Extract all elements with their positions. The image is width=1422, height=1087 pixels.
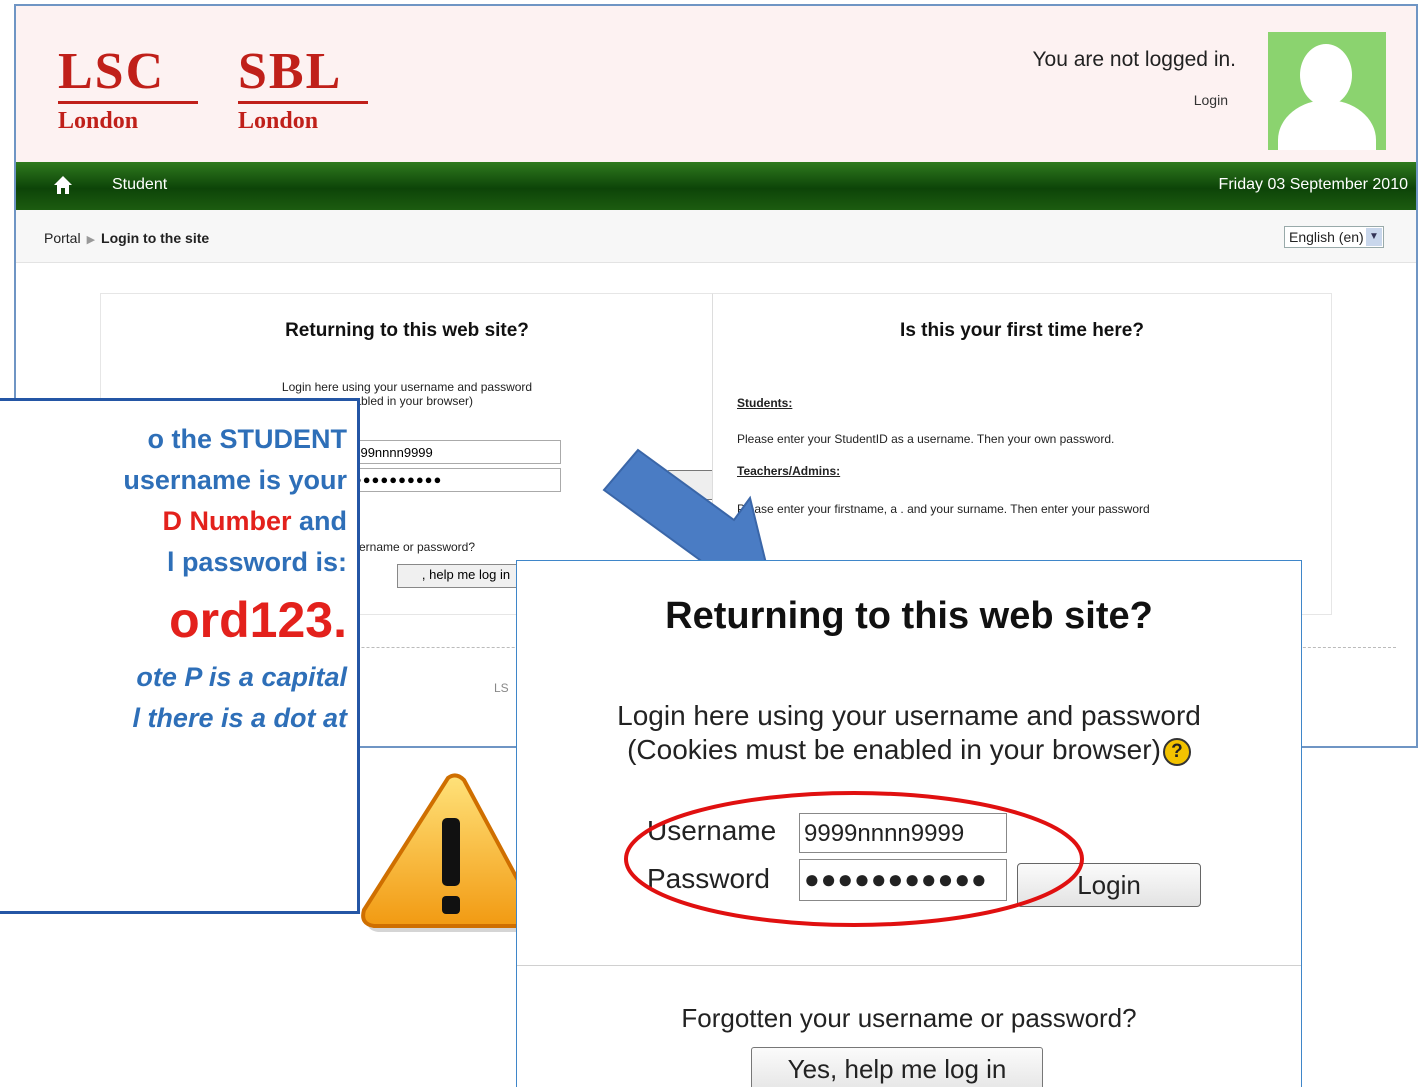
- lsc-logo-subtext: London: [58, 108, 139, 134]
- lsc-logo-text: LSC: [58, 43, 166, 100]
- callout-line3: D Number and: [0, 501, 347, 542]
- callout-id-number: D Number: [162, 506, 292, 536]
- sbl-logo-subtext: London: [238, 108, 319, 134]
- students-heading: Students:: [737, 396, 793, 410]
- zoom-intro: Login here using your username and passw…: [517, 699, 1301, 767]
- forgot-text: Forgotten your username or password?: [681, 1003, 1137, 1033]
- highlight-ellipse: [624, 791, 1084, 927]
- breadcrumb: Portal ▶ Login to the site: [44, 230, 209, 246]
- callout-line3-rest: and: [291, 506, 347, 536]
- first-time-panel-title: Is this your first time here?: [900, 320, 1144, 341]
- zoom-title: Returning to this web site?: [665, 595, 1153, 637]
- returning-intro-line1: Login here using your username and passw…: [281, 380, 533, 394]
- callout-line1: o the STUDENT: [147, 424, 348, 454]
- zoom-divider: [517, 965, 1301, 966]
- zoomed-login-box: Returning to this web site? Login here u…: [516, 560, 1302, 1087]
- help-me-login-button[interactable]: Yes, help me log in: [751, 1047, 1043, 1087]
- zoom-intro-line1: Login here using your username and passw…: [617, 700, 1201, 731]
- breadcrumb-separator-icon: ▶: [86, 234, 96, 246]
- breadcrumb-portal-link[interactable]: Portal: [44, 230, 81, 246]
- site-header: LSC London SBL London You are not logged…: [16, 6, 1416, 162]
- teachers-text: Please enter your firstname, a . and you…: [737, 502, 1150, 516]
- breadcrumb-current: Login to the site: [101, 230, 210, 246]
- zoom-intro-line2-text: (Cookies must be enabled in your browser…: [627, 734, 1161, 765]
- language-select-value: English (en): [1289, 229, 1364, 245]
- nav-date: Friday 03 September 2010: [1218, 176, 1408, 193]
- avatar-body: [1278, 100, 1376, 150]
- sbl-logo[interactable]: SBL London: [238, 46, 368, 134]
- callout-line2: username is your: [123, 465, 347, 495]
- nav-bar: Student Friday 03 September 2010: [16, 162, 1416, 210]
- lsc-logo-rule: [58, 101, 198, 104]
- login-status: You are not logged in.: [1032, 48, 1236, 71]
- lsc-logo[interactable]: LSC London: [58, 46, 198, 134]
- instruction-callout: o the STUDENT username is your D Number …: [0, 398, 360, 914]
- callout-text: o the STUDENT username is your D Number …: [0, 419, 347, 739]
- small-password-field[interactable]: ●●●●●●●●●●●: [341, 468, 561, 492]
- language-select[interactable]: English (en) ▼: [1284, 226, 1384, 248]
- header-login-link[interactable]: Login: [1194, 92, 1228, 108]
- chevron-down-icon: ▼: [1366, 228, 1382, 246]
- breadcrumb-bar: Portal ▶ Login to the site English (en) ▼: [16, 210, 1416, 263]
- nav-student-link[interactable]: Student: [112, 176, 167, 194]
- avatar-icon: [1268, 32, 1386, 150]
- avatar-head: [1300, 44, 1352, 106]
- sbl-logo-text: SBL: [238, 43, 343, 100]
- zoom-intro-line2: (Cookies must be enabled in your browser…: [517, 733, 1301, 767]
- footer-text: LS: [494, 681, 509, 695]
- callout-line4: l password is:: [166, 547, 347, 577]
- callout-note1: ote P is a capital: [136, 662, 347, 692]
- home-icon[interactable]: [52, 174, 74, 196]
- small-help-button[interactable]: , help me log in: [397, 564, 535, 588]
- small-username-field[interactable]: 9999nnnn9999: [341, 440, 561, 464]
- callout-password: ord123.: [169, 592, 347, 648]
- sbl-logo-rule: [238, 101, 368, 104]
- callout-note2: l there is a dot at: [132, 703, 347, 733]
- help-icon[interactable]: ?: [1162, 737, 1191, 766]
- returning-panel-title: Returning to this web site?: [285, 320, 529, 341]
